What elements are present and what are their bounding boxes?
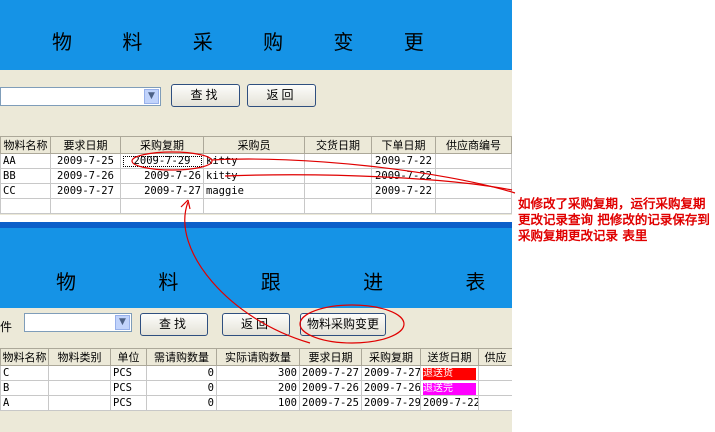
- cell[interactable]: 2009-7-22: [371, 168, 436, 184]
- cell[interactable]: 0: [146, 365, 217, 381]
- back-button[interactable]: 返回: [222, 313, 290, 336]
- cell[interactable]: PCS: [110, 395, 147, 411]
- purchase-change-banner: 物 料 采 购 变 更: [0, 0, 512, 70]
- col-header[interactable]: 要求日期: [50, 136, 121, 154]
- cell[interactable]: 2009-7-26: [50, 168, 121, 184]
- cell[interactable]: AA: [0, 153, 51, 169]
- cell[interactable]: 0: [146, 395, 217, 411]
- col-header[interactable]: 物料类别: [48, 348, 111, 366]
- col-header[interactable]: 采购员: [203, 136, 305, 154]
- col-header[interactable]: 采购复期: [120, 136, 204, 154]
- search-button[interactable]: 查找: [140, 313, 208, 336]
- back-button[interactable]: 返回: [247, 84, 316, 107]
- cell[interactable]: 200: [216, 380, 300, 396]
- table-row[interactable]: B PCS 0 200 2009-7-26 2009-7-26 退送完: [0, 380, 512, 396]
- cell[interactable]: [48, 395, 111, 411]
- cell[interactable]: [304, 183, 372, 199]
- col-header[interactable]: 供应商编号: [435, 136, 512, 154]
- cell[interactable]: [435, 183, 512, 199]
- cell[interactable]: 2009-7-27: [120, 183, 204, 199]
- cell[interactable]: C: [0, 365, 49, 381]
- material-follow-panel: 物 料 跟 进 表 件 ▼ 查找 返回 物料采购变更 物料名称 物料类别 单位 …: [0, 222, 512, 432]
- table-row[interactable]: AA 2009-7-25 2009-7-29 kitty 2009-7-22: [0, 153, 512, 169]
- table-row[interactable]: C PCS 0 300 2009-7-27 2009-7-27 退送货: [0, 365, 512, 381]
- cell[interactable]: [478, 380, 512, 396]
- filter-combo[interactable]: ▼: [0, 87, 161, 106]
- cell[interactable]: 2009-7-27: [299, 365, 362, 381]
- cell[interactable]: PCS: [110, 380, 147, 396]
- cell[interactable]: B: [0, 380, 49, 396]
- cell[interactable]: 2009-7-26: [299, 380, 362, 396]
- col-header[interactable]: 下单日期: [371, 136, 436, 154]
- purchase-change-table: 物料名称 要求日期 采购复期 采购员 交货日期 下单日期 供应商编号 AA 20…: [0, 136, 512, 214]
- cell[interactable]: [478, 365, 512, 381]
- col-header[interactable]: 要求日期: [299, 348, 362, 366]
- cell[interactable]: [48, 365, 111, 381]
- material-follow-title: 物 料 跟 进 表: [56, 270, 512, 294]
- col-header[interactable]: 交货日期: [304, 136, 372, 154]
- search-button[interactable]: 查找: [171, 84, 240, 107]
- cell[interactable]: 2009-7-27: [50, 183, 121, 199]
- cell[interactable]: maggie: [203, 183, 305, 199]
- cell[interactable]: BB: [0, 168, 51, 184]
- cell[interactable]: 2009-7-22: [371, 183, 436, 199]
- purchase-change-title: 物 料 采 购 变 更: [52, 30, 446, 54]
- cell[interactable]: [304, 168, 372, 184]
- cell[interactable]: kitty: [203, 153, 305, 169]
- cell[interactable]: [48, 380, 111, 396]
- cell[interactable]: [435, 153, 512, 169]
- cell[interactable]: 2009-7-22: [420, 395, 479, 411]
- table-row[interactable]: A PCS 0 100 2009-7-25 2009-7-29 2009-7-2…: [0, 395, 512, 411]
- cell[interactable]: 2009-7-22: [371, 153, 436, 169]
- filter-combo[interactable]: ▼: [24, 313, 132, 332]
- cell[interactable]: kitty: [203, 168, 305, 184]
- cell[interactable]: 2009-7-26: [361, 380, 421, 396]
- status-badge: 退送货: [423, 367, 476, 380]
- cell[interactable]: [478, 395, 512, 411]
- cell[interactable]: 2009-7-25: [299, 395, 362, 411]
- status-badge: 退送完: [423, 382, 476, 395]
- cell-editing[interactable]: 2009-7-29: [120, 153, 204, 169]
- table-row-empty[interactable]: [0, 198, 512, 214]
- purchase-change-panel: 物 料 采 购 变 更 ▼ 查找 返回 物料名称 要求日期 采购复期 采购员 交…: [0, 0, 512, 215]
- col-header[interactable]: 采购复期: [361, 348, 421, 366]
- cell[interactable]: 2009-7-26: [120, 168, 204, 184]
- col-header[interactable]: 物料名称: [0, 136, 51, 154]
- cell[interactable]: [304, 153, 372, 169]
- col-header[interactable]: 送货日期: [420, 348, 479, 366]
- table-row[interactable]: BB 2009-7-26 2009-7-26 kitty 2009-7-22: [0, 168, 512, 184]
- annotation-note: 如修改了采购复期，运行采购复期更改记录查询 把修改的记录保存到 采购复期更改记录…: [518, 196, 710, 243]
- cell[interactable]: 2009-7-27: [361, 365, 421, 381]
- cell[interactable]: 退送完: [420, 380, 479, 396]
- col-header[interactable]: 供应: [478, 348, 512, 366]
- col-header[interactable]: 需请购数量: [146, 348, 217, 366]
- cell[interactable]: PCS: [110, 365, 147, 381]
- material-follow-banner: 物 料 跟 进 表: [0, 222, 512, 308]
- cell[interactable]: CC: [0, 183, 51, 199]
- cell[interactable]: 2009-7-25: [50, 153, 121, 169]
- material-follow-table: 物料名称 物料类别 单位 需请购数量 实际请购数量 要求日期 采购复期 送货日期…: [0, 348, 512, 411]
- cell[interactable]: [435, 168, 512, 184]
- table-row[interactable]: CC 2009-7-27 2009-7-27 maggie 2009-7-22: [0, 183, 512, 199]
- cell[interactable]: 100: [216, 395, 300, 411]
- purchase-change-button[interactable]: 物料采购变更: [300, 313, 386, 336]
- col-header[interactable]: 单位: [110, 348, 147, 366]
- cell[interactable]: 300: [216, 365, 300, 381]
- cell[interactable]: A: [0, 395, 49, 411]
- col-header[interactable]: 物料名称: [0, 348, 49, 366]
- cell[interactable]: 2009-7-29: [361, 395, 421, 411]
- col-header[interactable]: 实际请购数量: [216, 348, 300, 366]
- chevron-down-icon[interactable]: ▼: [144, 89, 159, 104]
- cell[interactable]: 退送货: [420, 365, 479, 381]
- filter-label: 件: [0, 320, 13, 334]
- cell[interactable]: 0: [146, 380, 217, 396]
- chevron-down-icon[interactable]: ▼: [115, 315, 130, 330]
